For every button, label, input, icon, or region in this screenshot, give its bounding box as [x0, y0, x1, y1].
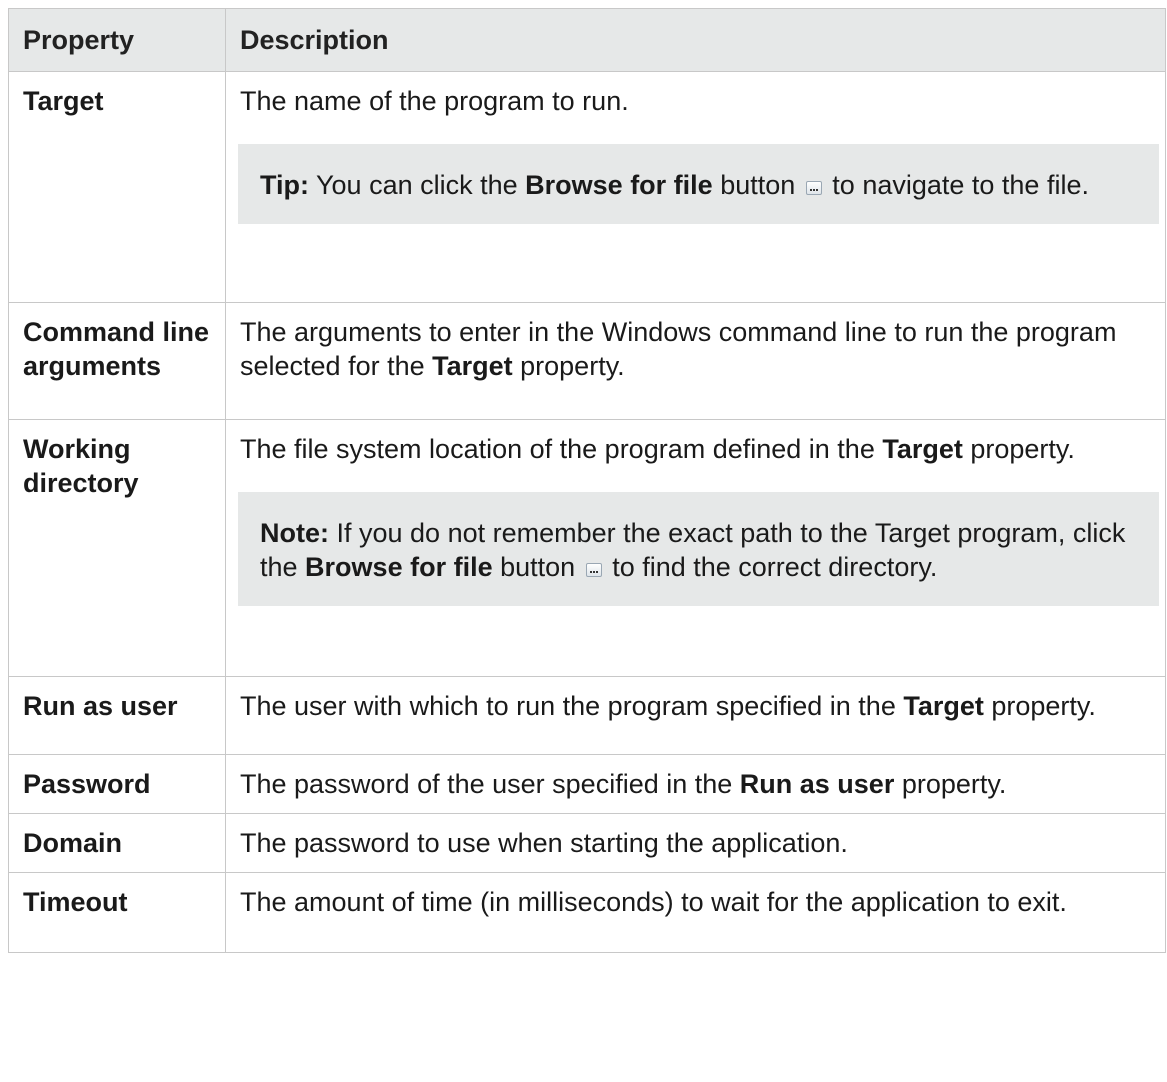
tip-callout: Tip: You can click the Browse for file b…: [238, 144, 1159, 224]
property-description: The password to use when starting the ap…: [225, 813, 1166, 873]
note-callout: Note: If you do not remember the exact p…: [238, 492, 1159, 606]
browse-ellipsis-icon: [805, 181, 822, 195]
description-text: The password of the user specified in th…: [240, 767, 1159, 801]
table-row: Working directory The file system locati…: [8, 419, 1166, 677]
table-row: Run as user The user with which to run t…: [8, 676, 1166, 755]
property-name: Run as user: [8, 676, 226, 755]
description-text: The amount of time (in milliseconds) to …: [240, 887, 1067, 917]
description-text: The name of the program to run.: [240, 86, 629, 116]
browse-ellipsis-icon: [585, 563, 602, 577]
callout-bold: Browse for file: [305, 552, 493, 582]
property-name: Command line arguments: [8, 302, 226, 420]
properties-table: Property Description Target The name of …: [8, 8, 1166, 953]
property-description: The password of the user specified in th…: [225, 754, 1166, 814]
callout-text: button: [712, 170, 796, 200]
callout-text: to navigate to the file.: [824, 170, 1089, 200]
property-description: The user with which to run the program s…: [225, 676, 1166, 755]
property-name: Password: [8, 754, 226, 814]
property-description: The name of the program to run. Tip: You…: [225, 71, 1166, 303]
callout-text: You can click the: [309, 170, 526, 200]
callout-text: to find the correct directory.: [604, 552, 938, 582]
property-description: The arguments to enter in the Windows co…: [225, 302, 1166, 420]
property-name: Working directory: [8, 419, 226, 677]
description-text: The file system location of the program …: [240, 432, 1159, 466]
table-row: Domain The password to use when starting…: [8, 813, 1166, 873]
table-row: Command line arguments The arguments to …: [8, 302, 1166, 420]
property-description: The amount of time (in milliseconds) to …: [225, 872, 1166, 953]
description-text-part: property.: [962, 434, 1075, 464]
description-bold: Target: [903, 691, 984, 721]
table-row: Target The name of the program to run. T…: [8, 71, 1166, 303]
description-text-part: The arguments to enter in the Windows co…: [240, 317, 1117, 381]
description-text-part: property.: [512, 351, 625, 381]
table-row: Timeout The amount of time (in milliseco…: [8, 872, 1166, 953]
description-text-part: The file system location of the program …: [240, 434, 883, 464]
description-text: The user with which to run the program s…: [240, 689, 1159, 723]
header-property: Property: [8, 8, 226, 72]
callout-bold: Browse for file: [525, 170, 713, 200]
callout-label: Note:: [260, 518, 329, 548]
description-bold: Target: [432, 351, 513, 381]
callout-label: Tip:: [260, 170, 309, 200]
description-bold: Target: [882, 434, 963, 464]
description-text: The arguments to enter in the Windows co…: [240, 315, 1159, 383]
property-description: The file system location of the program …: [225, 419, 1166, 677]
table-header-row: Property Description: [8, 8, 1166, 72]
description-text: The password to use when starting the ap…: [240, 828, 848, 858]
property-name: Domain: [8, 813, 226, 873]
description-text-part: property.: [983, 691, 1096, 721]
description-text-part: The user with which to run the program s…: [240, 691, 904, 721]
header-description: Description: [225, 8, 1166, 72]
table-row: Password The password of the user specif…: [8, 754, 1166, 814]
property-name: Timeout: [8, 872, 226, 953]
description-bold: Run as user: [739, 769, 895, 799]
description-text-part: property.: [894, 769, 1007, 799]
description-text-part: The password of the user specified in th…: [240, 769, 740, 799]
callout-text: button: [492, 552, 576, 582]
property-name: Target: [8, 71, 226, 303]
